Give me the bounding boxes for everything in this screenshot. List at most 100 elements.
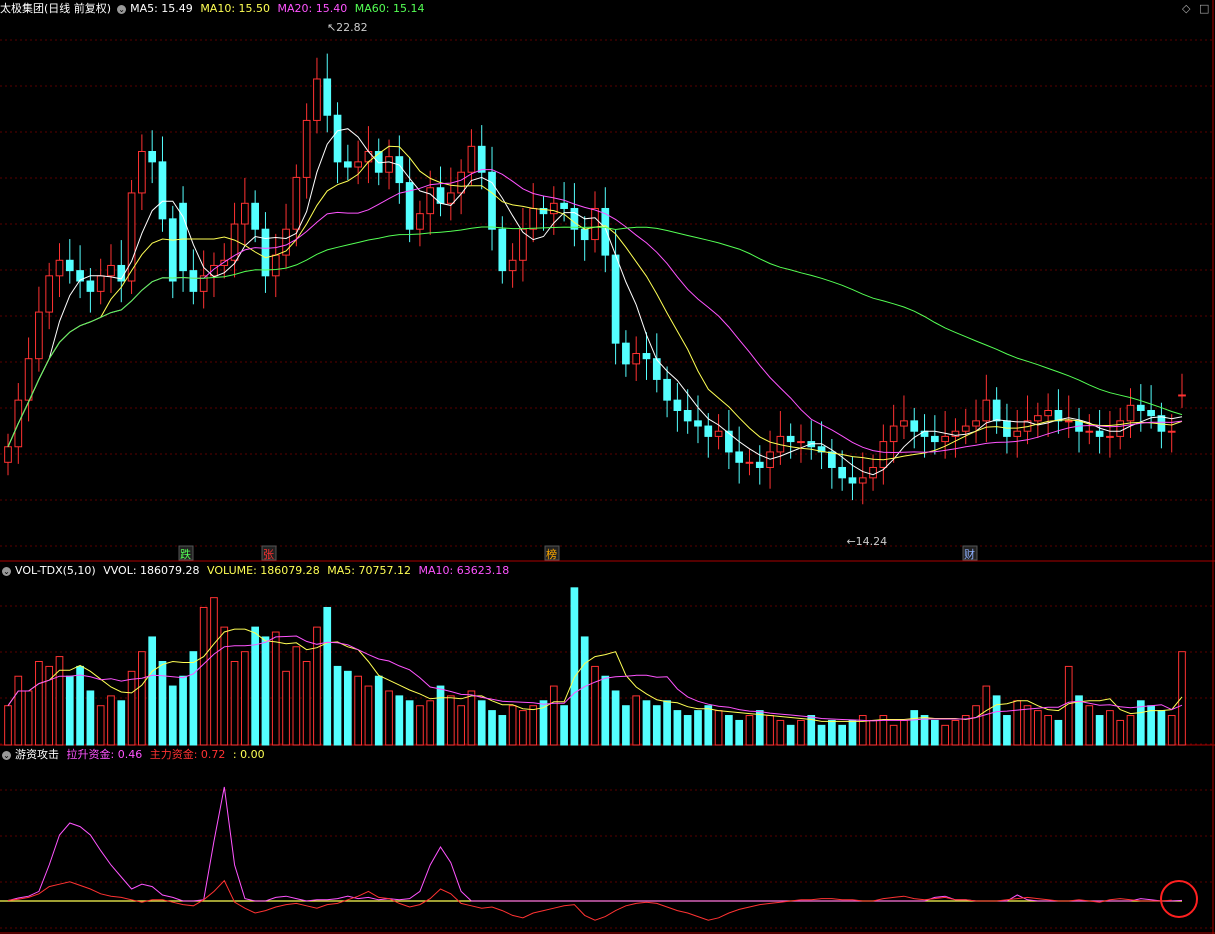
volume-bar (1126, 715, 1135, 746)
volume-bar (96, 705, 105, 746)
candle-body (838, 466, 847, 479)
candle-body (1116, 420, 1125, 437)
volume-bar (1116, 719, 1125, 746)
volume-bar (138, 651, 146, 746)
volume-bar (364, 685, 373, 746)
candle-body (35, 311, 43, 360)
volume-bar (241, 651, 249, 746)
candle-body (889, 425, 898, 443)
volume-bar (951, 719, 960, 746)
candle-body (148, 151, 157, 163)
volume-bar (992, 695, 1001, 746)
volume-bar (941, 724, 949, 746)
candle-body (333, 114, 342, 163)
volume-bar (261, 636, 270, 746)
volume-bar (1106, 710, 1114, 746)
volume-bar (1178, 651, 1186, 746)
volume-bar (673, 710, 682, 746)
volume-bar (1085, 705, 1094, 746)
volume-bar (271, 631, 280, 746)
candle-body (488, 171, 496, 230)
volume-bar (436, 685, 445, 746)
candle-body (910, 420, 919, 432)
volume-bar (292, 646, 301, 746)
candle-body (992, 399, 1001, 422)
candle-body (271, 254, 280, 277)
candle-body (848, 477, 857, 484)
candle-body (323, 78, 332, 116)
volume-bar (838, 724, 847, 746)
candle-body (982, 399, 991, 422)
candle-body (405, 182, 414, 230)
volume-bar (107, 695, 115, 746)
volume-bar (704, 705, 713, 746)
volume-bar (230, 661, 239, 746)
low-price-label: ←14.24 (846, 535, 887, 548)
volume-bar (1003, 715, 1011, 746)
candle-body (1044, 410, 1052, 417)
volume-bar (817, 724, 826, 746)
volume-bar (467, 690, 476, 746)
candle-body (611, 254, 620, 344)
volume-bar (652, 705, 661, 746)
candle-body (1126, 404, 1135, 422)
volume-bar (694, 710, 702, 746)
candle-body (1064, 420, 1073, 423)
price-panel: 太极集团(日线 前复权) ⌄ MA5: 15.49 MA10: 15.50 MA20… (0, 0, 1215, 562)
volume-bar (168, 685, 177, 746)
candle-body (1178, 394, 1186, 397)
candle-body (622, 342, 630, 365)
volume-panel: ⌄ VOL-TDX(5,10) VVOL: 186079.28 VOLUME: 1… (0, 562, 1215, 746)
candle-body (354, 161, 362, 168)
volume-bar (148, 636, 157, 746)
volume-bar (220, 626, 229, 746)
volume-bar (1023, 705, 1032, 746)
candle-body (385, 156, 393, 173)
volume-bar (920, 715, 929, 746)
candle-body (879, 441, 888, 468)
volume-bar (354, 675, 362, 746)
volume-bar (601, 675, 610, 746)
candle-body (426, 187, 435, 215)
candle-body (168, 218, 177, 282)
candle-body (292, 176, 301, 230)
volume-bar (869, 719, 877, 746)
volume-bar (498, 715, 507, 746)
volume-bar (4, 705, 12, 746)
volume-bar (663, 700, 671, 746)
volume-bar (477, 700, 486, 746)
candle-body (1106, 435, 1114, 438)
volume-bar (972, 705, 980, 746)
candle-body (570, 207, 579, 230)
volume-bar (755, 710, 764, 746)
high-price-label: ↖22.82 (327, 21, 368, 34)
volume-bar (158, 661, 167, 746)
volume-bar (1095, 715, 1104, 746)
event-marker-label: 榜 (546, 547, 557, 561)
volume-bar (65, 675, 74, 746)
candle-body (446, 192, 455, 204)
lift-fund-line (7, 786, 1183, 902)
volume-bar (333, 665, 342, 746)
candle-body (1003, 420, 1011, 437)
candle-body (1095, 430, 1104, 437)
volume-bar (745, 715, 754, 746)
volume-bar (889, 724, 898, 746)
volume-bar (179, 675, 187, 746)
candle-body (900, 420, 908, 427)
candle-body (755, 461, 764, 468)
indicator-chart (0, 746, 1215, 934)
candle-body (86, 280, 95, 292)
volume-bar (117, 700, 126, 746)
candle-body (560, 202, 568, 209)
candle-body (158, 161, 167, 220)
candle-body (138, 151, 146, 194)
candle-body (735, 451, 744, 463)
price-chart: ↖22.82 ←14.24 跌 张 榜 财 (0, 0, 1215, 562)
volume-bar (446, 695, 455, 746)
volume-bar (776, 719, 785, 746)
volume-bar (766, 715, 774, 746)
candle-body (663, 378, 671, 401)
event-marker-label: 财 (964, 547, 975, 561)
volume-bar (570, 587, 579, 746)
